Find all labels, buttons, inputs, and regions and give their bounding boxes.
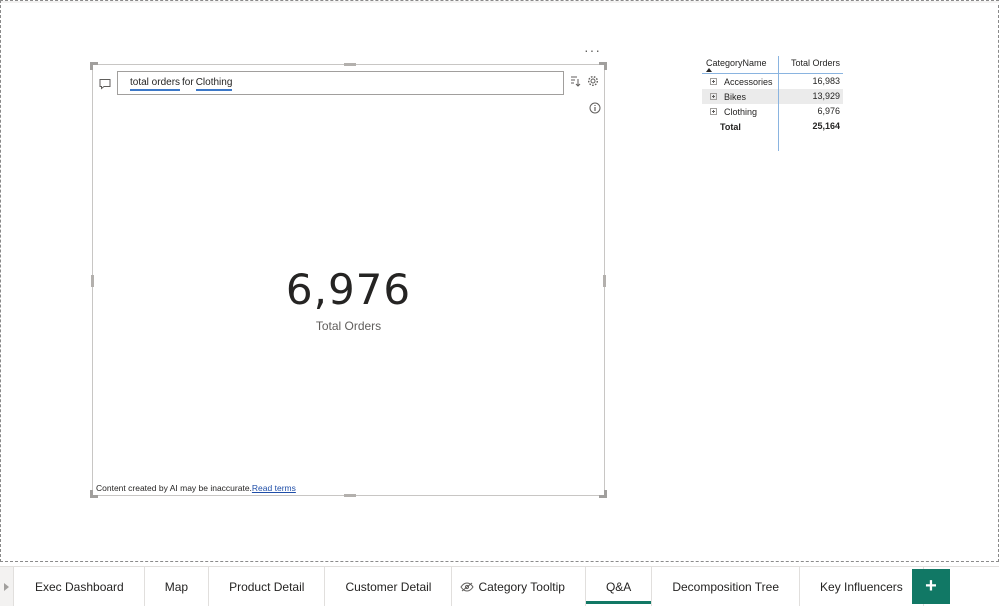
matrix-row[interactable]: Clothing 6,976 bbox=[702, 104, 843, 119]
question-word-for: for bbox=[182, 77, 194, 88]
matrix-row[interactable]: Bikes 13,929 bbox=[702, 89, 843, 104]
matrix-row-category: Bikes bbox=[724, 91, 747, 102]
resize-handle-top-right[interactable] bbox=[599, 62, 607, 70]
tab-decomposition-tree[interactable]: Decomposition Tree bbox=[652, 567, 801, 606]
tab-exec-dashboard[interactable]: Exec Dashboard bbox=[15, 567, 145, 606]
report-canvas[interactable]: ··· total orders for Clothing 6,976 Total … bbox=[0, 0, 999, 562]
ai-disclaimer: Content created by AI may be inaccurate.… bbox=[96, 483, 296, 493]
matrix-row-category: Clothing bbox=[724, 106, 758, 117]
resize-handle-bottom[interactable] bbox=[344, 494, 356, 497]
matrix-header-orders[interactable]: Total Orders bbox=[778, 56, 843, 73]
tab-qna[interactable]: Q&A bbox=[585, 567, 653, 606]
matrix-column-divider bbox=[778, 56, 779, 151]
result-label: Total Orders bbox=[315, 319, 382, 333]
resize-handle-top-left[interactable] bbox=[90, 62, 98, 70]
category-matrix[interactable]: CategoryName Total Orders Accessories 16… bbox=[702, 56, 843, 151]
result-value: 6,976 bbox=[285, 265, 412, 314]
sort-ascending-icon bbox=[706, 68, 712, 72]
add-page-button[interactable]: + bbox=[912, 569, 950, 604]
disclaimer-text: Content created by AI may be inaccurate. bbox=[96, 483, 252, 493]
resize-handle-bottom-right[interactable] bbox=[599, 490, 607, 498]
canvas-top-strip bbox=[1, 1, 999, 3]
matrix-row[interactable]: Accessories 16,983 bbox=[702, 74, 843, 89]
matrix-row-category: Accessories bbox=[724, 76, 773, 87]
expand-plus-icon[interactable] bbox=[710, 108, 717, 115]
matrix-row-orders: 13,929 bbox=[812, 91, 840, 101]
matrix-total-row: Total 25,164 bbox=[702, 119, 843, 134]
tab-map[interactable]: Map bbox=[145, 567, 210, 606]
gear-icon[interactable] bbox=[587, 75, 599, 87]
page-tab-bar: Exec Dashboard Map Product Detail Custom… bbox=[0, 566, 999, 606]
expand-plus-icon[interactable] bbox=[710, 93, 717, 100]
tab-category-tooltip[interactable]: Category Tooltip bbox=[452, 567, 586, 606]
question-term-clothing[interactable]: Clothing bbox=[195, 77, 233, 91]
turn-into-visual-icon[interactable] bbox=[570, 75, 582, 87]
matrix-total-orders: 25,164 bbox=[812, 121, 840, 131]
read-terms-link[interactable]: Read terms bbox=[252, 483, 296, 493]
info-icon[interactable] bbox=[589, 102, 601, 114]
more-options-icon[interactable]: ··· bbox=[584, 43, 601, 57]
tab-customer-detail[interactable]: Customer Detail bbox=[325, 567, 453, 606]
matrix-row-orders: 6,976 bbox=[817, 106, 840, 116]
hidden-eye-icon bbox=[460, 582, 475, 592]
page-tabs: Exec Dashboard Map Product Detail Custom… bbox=[15, 567, 924, 606]
resize-handle-top[interactable] bbox=[344, 63, 356, 66]
question-term-total-orders[interactable]: total orders bbox=[130, 77, 181, 91]
expand-plus-icon[interactable] bbox=[710, 78, 717, 85]
question-input[interactable]: total orders for Clothing bbox=[117, 71, 564, 95]
scroll-left-icon[interactable] bbox=[0, 567, 14, 606]
matrix-header-category[interactable]: CategoryName bbox=[702, 56, 778, 73]
chat-bubble-icon[interactable] bbox=[99, 78, 111, 90]
matrix-row-orders: 16,983 bbox=[812, 76, 840, 86]
tab-product-detail[interactable]: Product Detail bbox=[209, 567, 326, 606]
tab-key-influencers[interactable]: Key Influencers bbox=[800, 567, 924, 606]
qna-visual[interactable]: total orders for Clothing 6,976 Total Orde… bbox=[90, 62, 607, 498]
matrix-header: CategoryName Total Orders bbox=[702, 56, 843, 74]
matrix-total-label: Total bbox=[720, 121, 741, 132]
